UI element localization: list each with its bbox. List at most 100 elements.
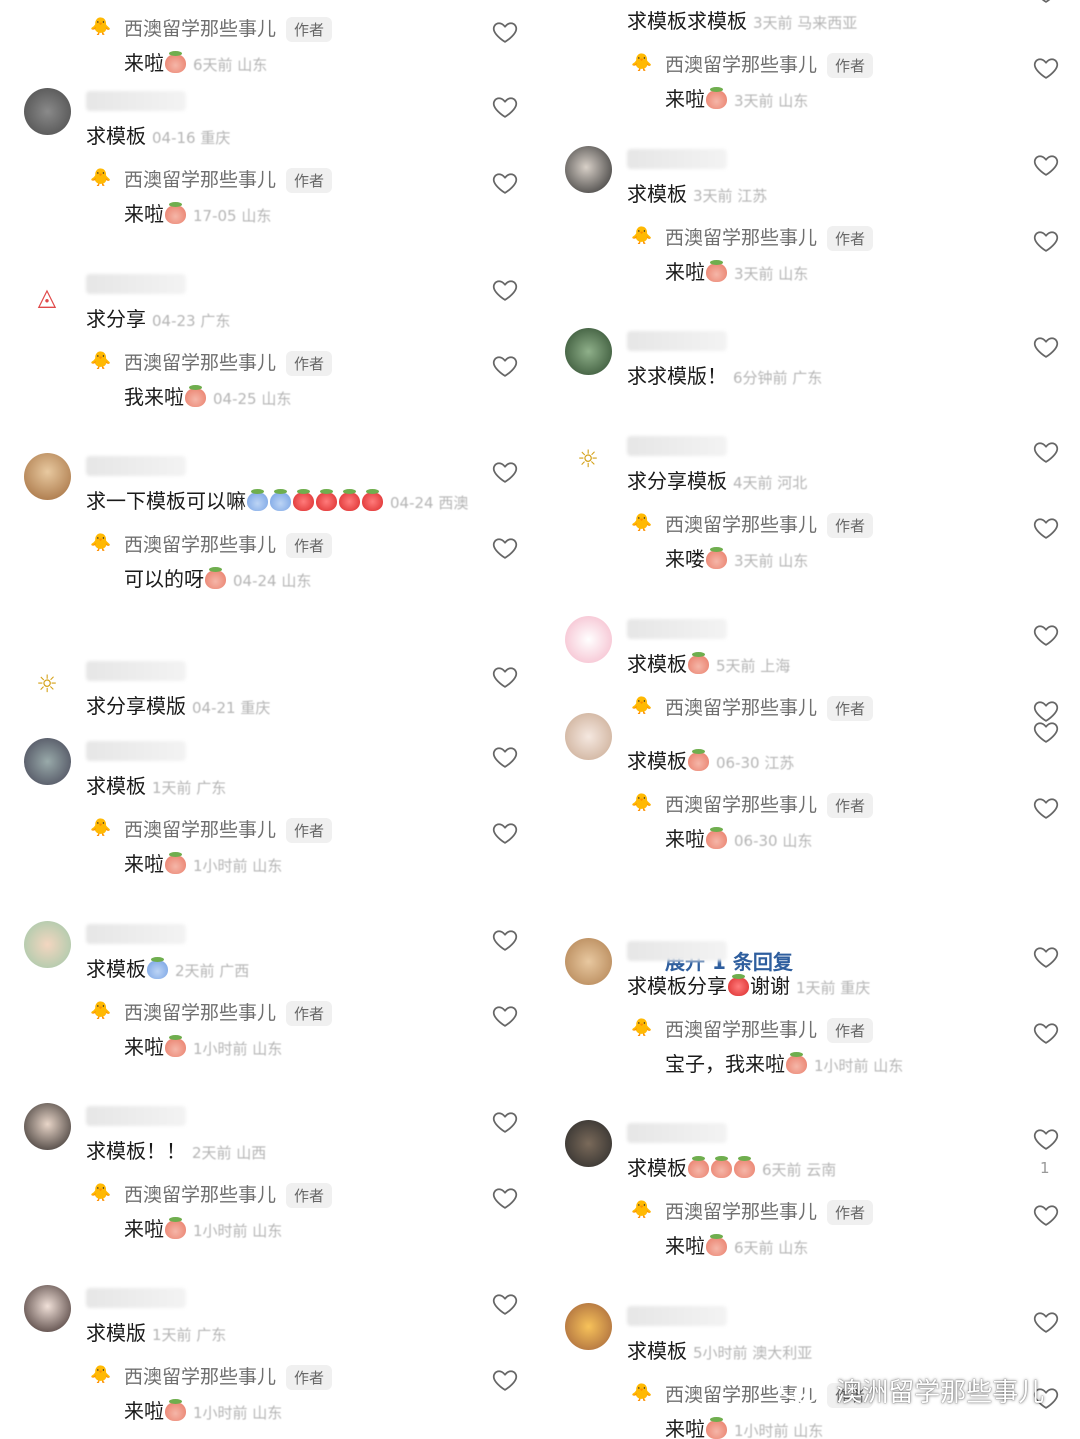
author-avatar-icon[interactable]: 🐥 [90, 817, 112, 839]
avatar[interactable] [565, 146, 612, 193]
author-avatar-icon[interactable]: 🐥 [90, 350, 112, 372]
like-heart-icon[interactable] [491, 1002, 519, 1030]
like-heart-icon[interactable] [1032, 227, 1060, 255]
username[interactable]: .sfdjsdfn [86, 91, 186, 111]
author-avatar-icon[interactable]: 🐥 [631, 1382, 653, 1404]
sun-icon[interactable]: ☼ [30, 667, 64, 701]
author-name[interactable]: 西澳留学那些事儿 作者 [665, 223, 874, 251]
like-heart-icon[interactable] [1032, 151, 1060, 179]
reply-text: 来啦 1小时前 山东 [124, 1031, 282, 1060]
username[interactable]: 嗯 [627, 1123, 727, 1143]
username[interactable]: 头像 [86, 274, 186, 294]
author-avatar-icon[interactable]: 🐥 [631, 792, 653, 814]
username[interactable]: 小可爱 [86, 1106, 186, 1126]
like-heart-icon[interactable] [491, 1366, 519, 1394]
username[interactable]: 正在看 [86, 456, 186, 476]
author-name-text: 西澳留学那些事儿 [124, 534, 277, 556]
comment-meta: 5小时前 澳大利亚 [693, 1344, 813, 1362]
like-heart-icon[interactable] [491, 663, 519, 691]
like-heart-icon[interactable] [491, 1290, 519, 1318]
like-heart-icon[interactable] [1032, 1019, 1060, 1047]
like-heart-icon[interactable] [1032, 718, 1060, 746]
author-avatar-icon[interactable]: 🐥 [631, 52, 653, 74]
author-name[interactable]: 西澳留学那些事儿 作者 [124, 1362, 333, 1390]
author-name[interactable]: 西澳留学那些事儿 作者 [124, 1180, 333, 1208]
avatar[interactable] [565, 713, 612, 760]
like-heart-icon[interactable] [1032, 514, 1060, 542]
watermelon-icon[interactable]: ◬ [30, 280, 64, 314]
author-avatar-icon[interactable]: 🐥 [631, 1199, 653, 1221]
like-heart-icon[interactable] [1032, 943, 1060, 971]
author-name[interactable]: 西澳留学那些事儿 作者 [124, 998, 333, 1026]
avatar[interactable] [565, 1120, 612, 1167]
avatar[interactable] [24, 738, 71, 785]
like-heart-icon[interactable] [491, 276, 519, 304]
author-name[interactable]: 西澳留学那些事儿 作者 [665, 50, 874, 78]
avatar[interactable] [565, 616, 612, 663]
author-name[interactable]: 西澳留学那些事儿 作者 [665, 1197, 874, 1225]
like-heart-icon[interactable] [1032, 0, 1060, 6]
sun-icon[interactable]: ☼ [571, 442, 605, 476]
like-heart-icon[interactable] [1032, 1201, 1060, 1229]
author-avatar-icon[interactable]: 🐥 [631, 512, 653, 534]
username[interactable]: manxuita [627, 619, 727, 639]
username[interactable]: 像我这样的人 [627, 436, 727, 456]
like-heart-icon[interactable] [491, 1184, 519, 1212]
author-name[interactable]: 西澳留学那些事儿 作者 [665, 510, 874, 538]
avatar[interactable] [565, 938, 612, 985]
comment-text: 求模板 1天前 广东 [86, 770, 226, 799]
like-heart-icon[interactable] [491, 169, 519, 197]
like-heart-icon[interactable] [1032, 1308, 1060, 1336]
like-heart-icon[interactable] [491, 1108, 519, 1136]
like-heart-icon[interactable] [491, 534, 519, 562]
username[interactable]: 用户上善 [86, 924, 186, 944]
avatar[interactable] [24, 453, 71, 500]
author-reply: 🐥 西澳留学那些事儿 作者 来啦 17-05 山东 [90, 165, 530, 235]
like-heart-icon[interactable] [1032, 621, 1060, 649]
author-avatar-icon[interactable]: 🐥 [631, 1017, 653, 1039]
author-name[interactable]: 西澳留学那些事儿 作者 [665, 790, 874, 818]
author-name[interactable]: 西澳留学那些事儿 作者 [124, 348, 333, 376]
avatar[interactable] [24, 1285, 71, 1332]
like-heart-icon[interactable] [1032, 438, 1060, 466]
like-heart-icon[interactable] [491, 352, 519, 380]
author-name[interactable]: 西澳留学那些事儿 作者 [124, 530, 333, 558]
author-avatar-icon[interactable]: 🐥 [631, 225, 653, 247]
author-avatar-icon[interactable]: 🐥 [90, 532, 112, 554]
like-heart-icon[interactable] [491, 458, 519, 486]
author-avatar-icon[interactable]: 🐥 [90, 1182, 112, 1204]
like-heart-icon[interactable] [1032, 333, 1060, 361]
author-avatar-icon[interactable]: 🐥 [90, 1000, 112, 1022]
author-name[interactable]: 西澳留学那些事儿 作者 [124, 14, 333, 42]
like-heart-icon[interactable] [491, 926, 519, 954]
like-heart-icon[interactable] [1032, 54, 1060, 82]
username[interactable]: Claudia [86, 741, 186, 761]
username[interactable]: 喜欢小雷 [86, 1288, 186, 1308]
username[interactable]: 号号立刻开号 [627, 941, 727, 961]
username[interactable]: Rua Tiwi [86, 661, 186, 681]
avatar[interactable] [24, 921, 71, 968]
author-name[interactable]: 西澳留学那些事儿 作者 [124, 815, 333, 843]
avatar[interactable] [565, 1303, 612, 1350]
username[interactable]: miya-4ou_365 [627, 331, 727, 351]
author-avatar-icon[interactable]: 🐥 [90, 16, 112, 38]
author-avatar-icon[interactable]: 🐥 [90, 167, 112, 189]
like-heart-icon[interactable] [491, 93, 519, 121]
username[interactable]: 小小叶子 [627, 149, 727, 169]
comment-text: 求模板 06-30 江苏 [627, 745, 794, 774]
avatar[interactable] [24, 1103, 71, 1150]
avatar[interactable] [24, 88, 71, 135]
like-heart-icon[interactable] [1032, 794, 1060, 822]
like-heart-icon[interactable] [1032, 1125, 1060, 1153]
author-name-text: 西澳留学那些事儿 [665, 1019, 818, 1041]
reply-meta: 1小时前 山东 [734, 1422, 824, 1439]
like-heart-icon[interactable] [491, 743, 519, 771]
username[interactable]: xhaiganxuanxue [627, 1306, 727, 1326]
avatar[interactable] [565, 328, 612, 375]
author-avatar-icon[interactable]: 🐥 [90, 1364, 112, 1386]
author-name[interactable]: 西澳留学那些事儿 作者 [665, 1015, 874, 1043]
like-heart-icon[interactable] [491, 18, 519, 46]
like-heart-icon[interactable] [491, 819, 519, 847]
comment-text: 求模板！！ 2天前 山西 [86, 1135, 266, 1164]
author-name[interactable]: 西澳留学那些事儿 作者 [124, 165, 333, 193]
